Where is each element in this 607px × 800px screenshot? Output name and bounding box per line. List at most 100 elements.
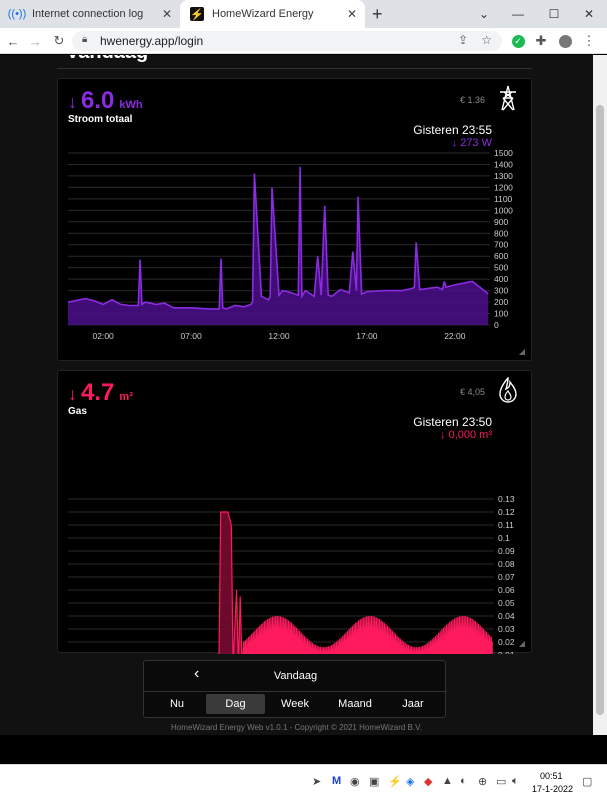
gas-card: ↓ 4.7 m³ Gas € 4,05 Gisteren 23:50 ↓ 0,0… — [57, 370, 533, 654]
y-tick-label: 1100 — [494, 194, 513, 204]
app-tray-icon[interactable]: ◉ — [350, 775, 360, 788]
x-tick-label: 02:00 — [93, 331, 115, 341]
minimize-button[interactable]: — — [500, 0, 536, 28]
divider — [57, 68, 532, 69]
y-tick-label: 300 — [494, 286, 508, 296]
y-tick-label: 700 — [494, 240, 508, 250]
y-tick-label: 0.06 — [498, 585, 515, 595]
y-tick-label: 0.07 — [498, 572, 515, 582]
y-tick-label: 0.01 — [498, 650, 515, 654]
y-tick-label: 1400 — [494, 159, 513, 169]
notification-icon[interactable]: ▢ — [582, 775, 592, 788]
y-tick-label: 600 — [494, 251, 508, 261]
profile-avatar-icon[interactable] — [556, 32, 574, 50]
malwarebytes-icon[interactable]: M — [332, 775, 341, 787]
homewizard-tray-icon[interactable]: ⚡ — [388, 775, 402, 788]
radio-icon: ((•)) — [7, 8, 27, 20]
power-card: ↓ 6.0 kWh Stroom totaal € 1.36 Gisteren … — [57, 78, 532, 361]
y-tick-label: 0.08 — [498, 559, 515, 569]
y-tick-label: 200 — [494, 297, 508, 307]
period-dag[interactable]: Dag — [206, 694, 265, 714]
new-tab-button[interactable]: + — [372, 4, 383, 25]
y-tick-label: 0.13 — [498, 494, 515, 504]
volume-icon[interactable]: 🔈︎ — [512, 775, 519, 788]
y-tick-label: 0.02 — [498, 637, 515, 647]
app-tray-icon[interactable]: ◈ — [406, 775, 414, 788]
y-tick-label: 0.09 — [498, 546, 515, 556]
network-icon[interactable]: ▭ — [496, 775, 506, 788]
y-tick-label: 900 — [494, 217, 508, 227]
power-chart[interactable]: 0100 200300 400500 600700 800900 10001100 1200… — [58, 79, 533, 362]
reload-icon[interactable]: ↻ — [50, 32, 68, 50]
browser-tab-strip: ((•)) Internet connection log ✕ ⚡ HomeWi… — [0, 0, 607, 28]
gas-line — [218, 511, 493, 654]
y-tick-label: 0.11 — [498, 520, 514, 530]
gas-chart[interactable]: 00.010.020.030.040.050.060.070.080.090.1… — [58, 371, 533, 654]
lock-icon[interactable]: 🔒︎ — [82, 34, 87, 45]
scrollbar[interactable] — [593, 55, 607, 735]
page-title: Vandaag — [66, 55, 148, 64]
y-tick-label: 1200 — [494, 182, 513, 192]
scrollbar-thumb[interactable] — [596, 105, 604, 715]
app-tray-icon[interactable]: ⊕ — [478, 775, 487, 788]
tab-title: Internet connection log — [32, 8, 144, 20]
resize-handle-icon[interactable]: ◢ — [519, 639, 525, 648]
y-tick-label: 0 — [494, 320, 499, 330]
x-tick-label: 22:00 — [444, 331, 466, 341]
period-maand[interactable]: Maand — [326, 694, 384, 714]
url-text[interactable]: hwenergy.app/login — [100, 34, 203, 48]
browser-toolbar: ← → ↻ 🔒︎ hwenergy.app/login ⇪ ☆ ✓ ✚ ⋮ — [0, 28, 607, 54]
power-area — [68, 166, 489, 325]
clock-time[interactable]: 00:51 — [540, 771, 563, 781]
maximize-button[interactable]: ☐ — [536, 0, 572, 28]
y-tick-label: 0.12 — [498, 507, 515, 517]
forward-icon[interactable]: → — [26, 32, 44, 50]
page-viewport: Vandaag ↓ 6.0 kWh Stroom totaal € 1.36 G… — [0, 55, 593, 735]
x-tick-label: 12:00 — [268, 331, 290, 341]
app-tray-icon[interactable]: ◐ — [460, 775, 467, 787]
windows-taskbar: ➤ M ◉ ▣ ⚡ ◈ ◆ ▲ ◐ ⊕ ▭ 🔈︎ 00:51 17-1-2022… — [0, 764, 607, 800]
cursor-icon: ➤ — [312, 776, 322, 788]
period-nu[interactable]: Nu — [152, 694, 202, 714]
y-tick-label: 1000 — [494, 205, 513, 215]
y-tick-label: 500 — [494, 263, 508, 273]
y-tick-label: 0.03 — [498, 624, 515, 634]
power-line — [67, 166, 489, 310]
close-window-button[interactable]: ✕ — [571, 0, 607, 28]
address-bar[interactable]: 🔒︎ hwenergy.app/login ⇪ ☆ — [72, 31, 502, 51]
back-icon[interactable]: ← — [4, 32, 22, 50]
period-title: Vandaag — [273, 670, 318, 682]
share-icon[interactable]: ⇪ — [458, 33, 468, 47]
bookmark-star-icon[interactable]: ☆ — [481, 33, 492, 47]
tab-homewizard-energy[interactable]: ⚡ HomeWizard Energy ✕ — [180, 0, 365, 28]
close-icon[interactable]: ✕ — [162, 7, 172, 21]
y-tick-label: 0.1 — [498, 533, 510, 543]
period-navigator: ‹ Vandaag Nu Dag Week Maand Jaar — [143, 660, 447, 718]
period-jaar[interactable]: Jaar — [388, 694, 438, 714]
y-tick-label: 400 — [494, 274, 508, 284]
app-tray-icon[interactable]: ◆ — [424, 775, 432, 788]
y-tick-label: 0.04 — [498, 611, 515, 621]
x-tick-label: 17:00 — [356, 331, 378, 341]
y-tick-label: 1500 — [494, 148, 513, 158]
y-tick-label: 800 — [494, 228, 508, 238]
divider — [144, 691, 447, 692]
footer-text: HomeWizard Energy Web v1.0.1 - Copyright… — [171, 723, 422, 732]
y-tick-label: 100 — [494, 309, 508, 319]
y-tick-label: 1300 — [494, 171, 513, 181]
period-week[interactable]: Week — [268, 694, 322, 714]
menu-kebab-icon[interactable]: ⋮ — [580, 32, 598, 50]
app-tray-icon[interactable]: ▣ — [369, 775, 379, 788]
resize-handle-icon[interactable]: ◢ — [519, 347, 525, 356]
extension-check-icon[interactable]: ✓ — [509, 32, 527, 50]
x-tick-label: 07:00 — [180, 331, 202, 341]
y-tick-label: 0.05 — [498, 598, 515, 608]
extensions-puzzle-icon[interactable]: ✚ — [532, 32, 550, 50]
tab-title: HomeWizard Energy — [212, 8, 314, 20]
close-icon[interactable]: ✕ — [347, 7, 357, 21]
app-tray-icon[interactable]: ▲ — [442, 775, 453, 787]
clock-date[interactable]: 17-1-2022 — [532, 784, 573, 794]
tab-internet-connection-log[interactable]: ((•)) Internet connection log ✕ — [0, 0, 180, 28]
tab-search-icon[interactable]: ⌄ — [466, 0, 502, 28]
homewizard-icon: ⚡ — [190, 7, 204, 21]
